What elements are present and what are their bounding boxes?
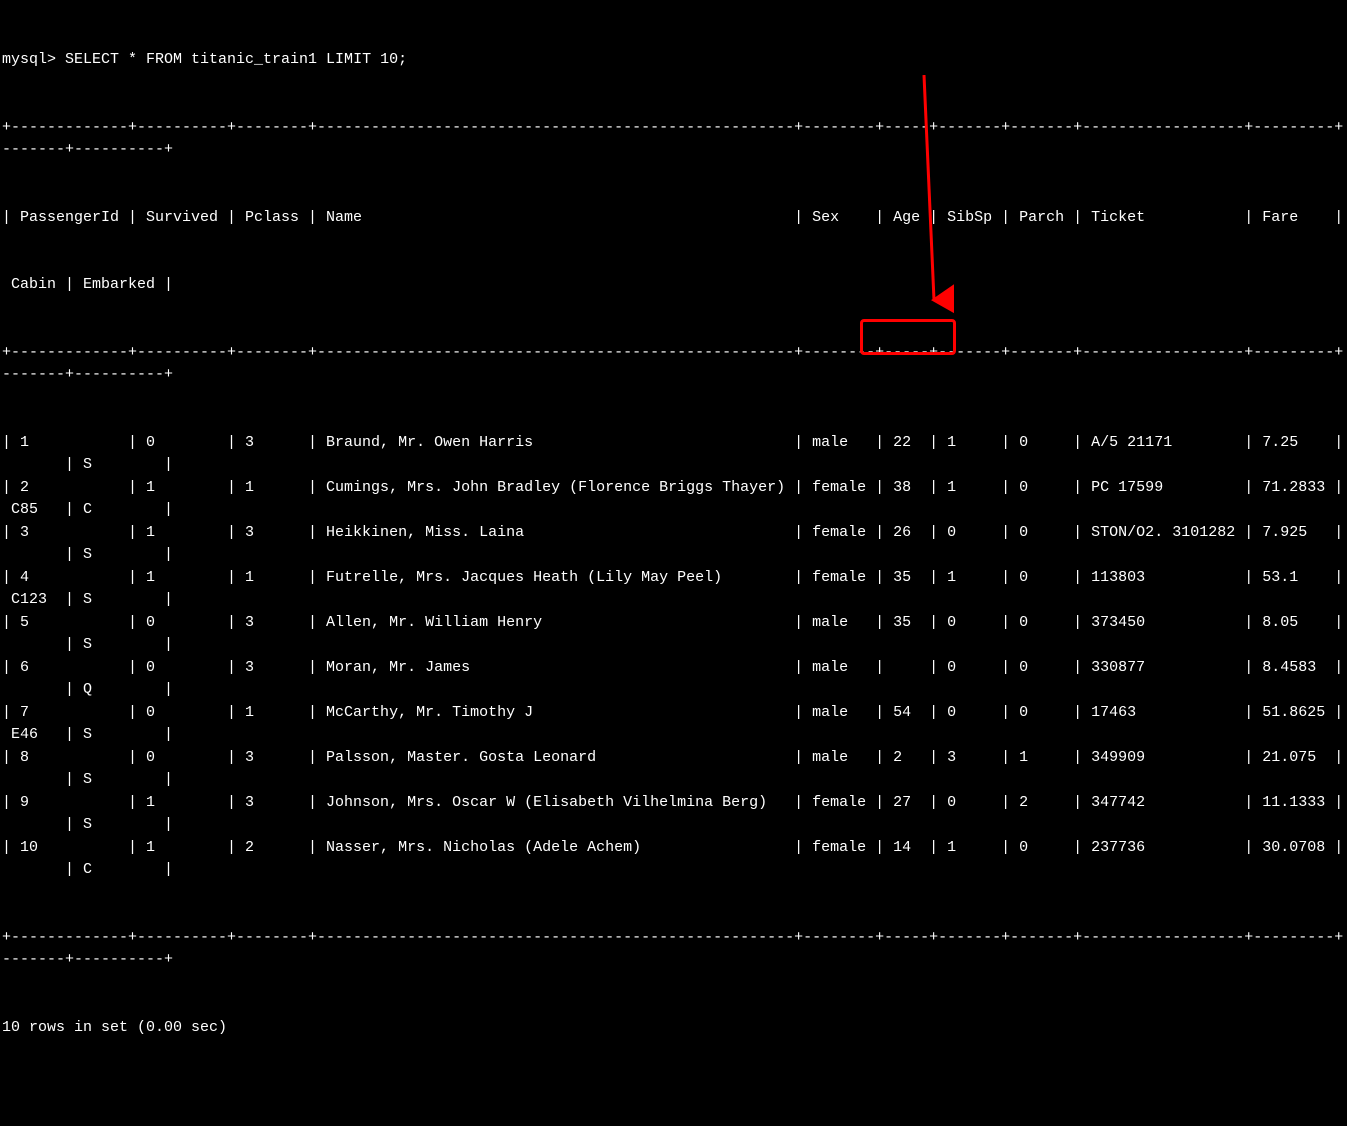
table-row-wrap: | S | — [2, 769, 1345, 792]
table-row-wrap: | S | — [2, 454, 1345, 477]
table-row: | 6 | 0 | 3 | Moran, Mr. James | male | … — [2, 657, 1345, 680]
table-row: | 2 | 1 | 1 | Cumings, Mrs. John Bradley… — [2, 477, 1345, 500]
table-row-wrap: | S | — [2, 814, 1345, 837]
table-row-wrap: | S | — [2, 544, 1345, 567]
table-row: | 7 | 0 | 1 | McCarthy, Mr. Timothy J | … — [2, 702, 1345, 725]
table-row-wrap: | C | — [2, 859, 1345, 882]
table-row-wrap: C85 | C | — [2, 499, 1345, 522]
table-row-wrap: | Q | — [2, 679, 1345, 702]
table-divider-bottom: +-------------+----------+--------+-----… — [2, 927, 1345, 972]
table-row: | 10 | 1 | 2 | Nasser, Mrs. Nicholas (Ad… — [2, 837, 1345, 860]
table-divider-mid: +-------------+----------+--------+-----… — [2, 342, 1345, 387]
table-row: | 8 | 0 | 3 | Palsson, Master. Gosta Leo… — [2, 747, 1345, 770]
table-row: | 9 | 1 | 3 | Johnson, Mrs. Oscar W (Eli… — [2, 792, 1345, 815]
prompt-line: mysql> SELECT * FROM titanic_train1 LIMI… — [2, 49, 1345, 72]
table-row-wrap: | S | — [2, 634, 1345, 657]
table-body: | 1 | 0 | 3 | Braund, Mr. Owen Harris | … — [2, 432, 1345, 882]
table-header-line2: Cabin | Embarked | — [2, 274, 1345, 297]
table-row-wrap: C123 | S | — [2, 589, 1345, 612]
query-text: SELECT * FROM titanic_train1 LIMIT 10; — [65, 51, 407, 68]
table-row: | 5 | 0 | 3 | Allen, Mr. William Henry |… — [2, 612, 1345, 635]
result-footer: 10 rows in set (0.00 sec) — [2, 1017, 1345, 1040]
table-header-line1: | PassengerId | Survived | Pclass | Name… — [2, 207, 1345, 230]
mysql-terminal[interactable]: mysql> SELECT * FROM titanic_train1 LIMI… — [0, 0, 1347, 1126]
table-row: | 3 | 1 | 3 | Heikkinen, Miss. Laina | f… — [2, 522, 1345, 545]
prompt: mysql> — [2, 51, 65, 68]
table-row: | 4 | 1 | 1 | Futrelle, Mrs. Jacques Hea… — [2, 567, 1345, 590]
table-row-wrap: E46 | S | — [2, 724, 1345, 747]
table-row: | 1 | 0 | 3 | Braund, Mr. Owen Harris | … — [2, 432, 1345, 455]
table-divider-top: +-------------+----------+--------+-----… — [2, 117, 1345, 162]
